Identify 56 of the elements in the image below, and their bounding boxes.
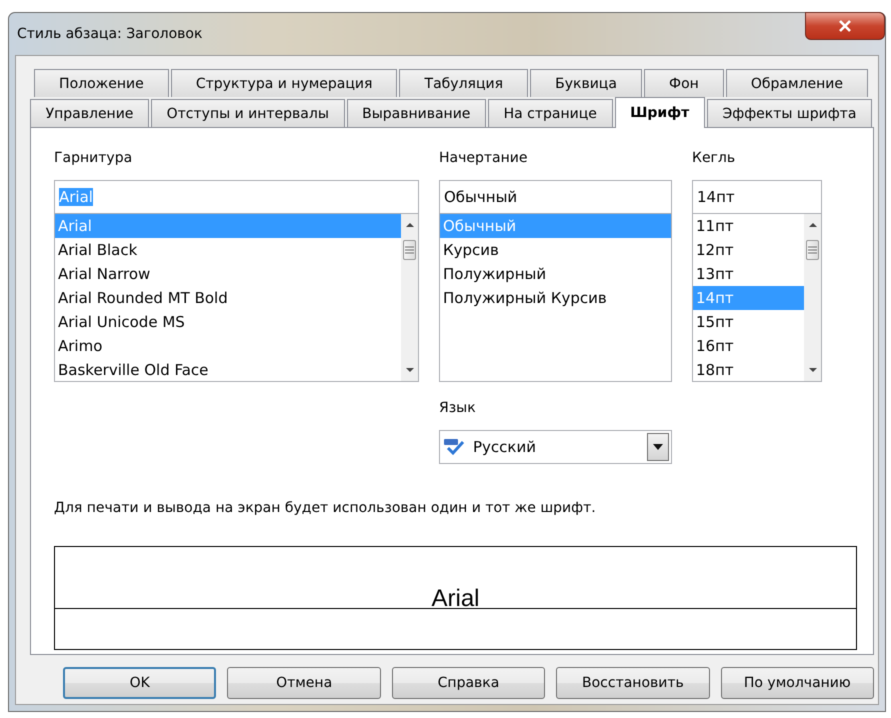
- dialog-button[interactable]: Отмена: [227, 667, 381, 699]
- window-title: Стиль абзаца: Заголовок: [17, 26, 202, 42]
- tab[interactable]: На странице: [488, 99, 613, 127]
- info-text: Для печати и вывода на экран будет использован один и тот же шрифт.: [54, 500, 597, 516]
- scroll-up-icon: [404, 222, 414, 228]
- tab[interactable]: Выравнивание: [346, 99, 486, 127]
- tab[interactable]: Шрифт: [614, 97, 705, 128]
- scroll-thumb[interactable]: [403, 240, 416, 260]
- dialog-button[interactable]: Справка: [392, 667, 546, 699]
- list-item[interactable]: Arial Narrow: [55, 262, 401, 286]
- field-label: Гарнитура: [54, 150, 132, 168]
- field-label: Начертание: [439, 150, 528, 168]
- dialog-button[interactable]: По умолчанию: [720, 667, 874, 699]
- list-item[interactable]: 15пт: [693, 310, 804, 334]
- field-label: Кегль: [692, 150, 736, 168]
- list-item[interactable]: Курсив: [440, 238, 671, 262]
- tab[interactable]: Обрамление: [726, 69, 868, 97]
- list-item[interactable]: Arial Black: [55, 238, 401, 262]
- language-dropdown[interactable]: Русский: [439, 430, 672, 464]
- scrollbar[interactable]: [401, 214, 418, 381]
- list-item[interactable]: 16пт: [693, 334, 804, 358]
- list-item[interactable]: 18пт: [693, 358, 804, 381]
- list-item[interactable]: Arial Rounded MT Bold: [55, 286, 401, 310]
- list-item[interactable]: 11пт: [693, 214, 804, 238]
- grip-icon: [808, 246, 817, 254]
- scroll-down-icon: [404, 367, 414, 373]
- scroll-down-icon: [808, 367, 818, 373]
- input-field[interactable]: 14пт: [692, 180, 822, 214]
- close-icon: [838, 20, 852, 32]
- list-item[interactable]: Baskerville Old Face: [55, 358, 401, 381]
- preview-text: Arial: [431, 587, 480, 611]
- list-item[interactable]: Полужирный: [440, 262, 671, 286]
- tab[interactable]: Эффекты шрифта: [706, 99, 872, 127]
- tab[interactable]: Структура и нумерация: [170, 69, 398, 97]
- list-item[interactable]: Arimo: [55, 334, 401, 358]
- dialog-button[interactable]: Восстановить: [556, 667, 710, 699]
- scrollbar[interactable]: [804, 214, 821, 381]
- tab[interactable]: Управление: [30, 99, 150, 127]
- spellcheck-icon: [443, 438, 465, 456]
- tab[interactable]: Буквица: [530, 69, 642, 97]
- close-button[interactable]: [805, 12, 885, 40]
- field-label: Язык: [439, 400, 476, 418]
- tab[interactable]: Фон: [644, 69, 724, 97]
- list-item[interactable]: Полужирный Курсив: [440, 286, 671, 310]
- input-field[interactable]: Обычный: [439, 180, 672, 214]
- tab[interactable]: Табуляция: [399, 69, 528, 97]
- caret-icon: [653, 444, 663, 450]
- grip-icon: [405, 246, 414, 254]
- list-item[interactable]: Arial Unicode MS: [55, 310, 401, 334]
- scroll-thumb[interactable]: [806, 240, 819, 260]
- scroll-up-icon: [808, 222, 818, 228]
- tab[interactable]: Отступы и интервалы: [151, 99, 344, 127]
- tab[interactable]: Положение: [34, 69, 169, 97]
- list-item[interactable]: 12пт: [693, 238, 804, 262]
- dialog-button[interactable]: OK: [63, 667, 216, 699]
- list-item[interactable]: 13пт: [693, 262, 804, 286]
